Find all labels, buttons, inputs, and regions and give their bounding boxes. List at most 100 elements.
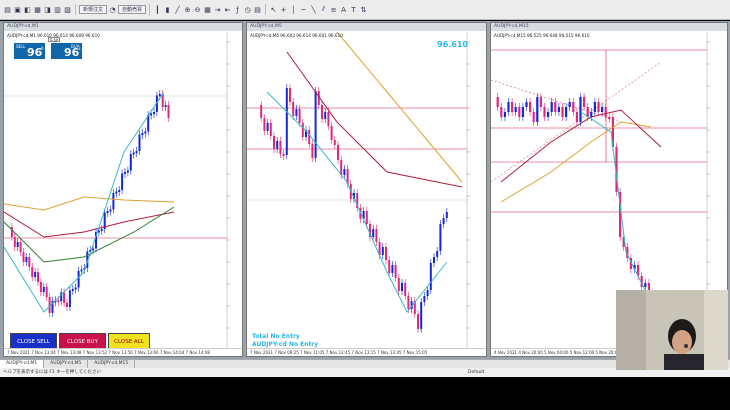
vertical-line-icon[interactable]: │ [289,5,298,14]
candle-body [404,283,407,296]
candle-body [579,97,582,122]
terminal-icon[interactable]: ▥ [53,5,62,14]
new-order-button[interactable]: 新規注文 [79,5,108,14]
candle-body [394,265,397,278]
candle-body [340,160,343,175]
navigator-icon[interactable]: ◨ [43,5,52,14]
indicators-icon[interactable]: ƒ [233,5,242,14]
bar-chart-icon[interactable]: ┃ [153,5,162,14]
time-axis-labels: 7 Nov 2021 7 Nov 13:44 7 Nov 13:48 7 Nov… [7,350,210,355]
trendline-icon[interactable]: ╲ [309,5,318,14]
tab-audjpy-m5[interactable]: AUDJPY-cd,M5 [44,360,89,368]
crosshair-icon[interactable]: + [279,5,288,14]
chart-shift-icon[interactable]: ⇤ [223,5,232,14]
lot-size-input[interactable]: 0.40 [48,37,60,42]
candle-body [420,302,423,329]
arrows-icon[interactable]: ⇅ [359,5,368,14]
candle-body [106,211,109,213]
chart-window-m1[interactable]: AUDJPY-cd,M1 AUDJPY-cd,M1 96.610 96.614 … [3,22,243,357]
horizontal-line-icon[interactable]: ─ [299,5,308,14]
templates-icon[interactable]: ▤ [253,5,262,14]
chart-m5-canvas[interactable] [247,31,486,350]
candle-body [28,257,31,267]
candle-body [365,211,368,224]
candle-body [565,107,568,117]
candle-body [407,296,410,309]
candle-body [429,263,432,290]
candle-chart-icon[interactable]: ▮ [163,5,172,14]
candle-body [260,105,263,118]
candle-body [372,229,375,237]
candle-body [115,191,118,194]
candle-body [132,152,135,155]
text-icon[interactable]: A [339,5,348,14]
buy-button[interactable]: BUY 96 61 3 [51,43,82,72]
main-toolbar: ▤ ▣ ◧ ▦ ◨ ▥ ▧ 新規注文 ◔ 自動売買 ┃ ▮ ╱ ⊕ ⊖ ▦ ⇥ … [0,0,730,20]
close-sell-button[interactable]: CLOSE SELL [10,333,57,349]
candle-body [153,112,155,114]
candle-body [547,112,550,117]
candle-body [126,170,129,173]
candle-body [337,145,339,160]
candle-body [426,290,429,296]
periods-icon[interactable]: ◷ [243,5,252,14]
chart-m1-canvas[interactable] [3,32,242,350]
close-buy-button[interactable]: CLOSE BUY [59,333,106,349]
auto-trading-button[interactable]: 自動売買 [118,5,147,14]
candle-body [433,257,435,263]
candle-body [100,229,103,231]
candle-body [375,229,378,242]
tester-icon[interactable]: ▧ [63,5,72,14]
new-chart-icon[interactable]: ▤ [3,5,12,14]
tile-windows-icon[interactable]: ▦ [203,5,212,14]
sell-button[interactable]: SELL 96 61 0 [14,43,45,72]
tab-audjpy-m15[interactable]: AUDJPY-cd,M15 [88,360,136,368]
ma-slow-line [336,31,463,183]
chart-template-icon[interactable]: ◔ [108,5,117,14]
profiles-icon[interactable]: ▣ [13,5,22,14]
line-chart-icon[interactable]: ╱ [173,5,182,14]
candle-body [436,251,439,257]
candle-body [311,144,314,158]
fibonacci-icon[interactable]: ≡ [329,5,338,14]
candle-body [121,173,124,190]
chart-window-m5[interactable]: AUDJPY-cd,M5 AUDJPY-cd,M5 96.603 96.614 … [246,22,487,357]
candle-body [401,283,403,291]
candle-body [442,218,445,224]
candle-body [141,133,144,135]
candle-body [161,94,164,107]
candle-body [385,247,387,260]
current-price: 96.610 [437,40,468,49]
cursor-icon[interactable]: ↖ [269,5,278,14]
candle-body [57,300,60,303]
candle-body [295,109,298,116]
time-axis: 7 Nov 2021 7 Nov 09:25 7 Nov 11:05 7 Nov… [247,348,486,356]
candle-body [388,260,391,273]
candle-body [37,272,39,282]
candle-body [554,102,557,112]
candle-body [518,107,521,117]
channel-icon[interactable]: ⫽ [319,5,328,14]
candle-body [158,94,161,96]
candle-body [503,112,506,117]
candle-body [266,123,269,131]
candle-body [124,172,126,174]
market-watch-icon[interactable]: ◧ [23,5,32,14]
candle-body [263,118,266,131]
zoom-in-icon[interactable]: ⊕ [183,5,192,14]
chart-info: AUDJPY-cd,M5 96.603 96.614 96.601 96.610 [250,33,343,38]
tab-audjpy-m1[interactable]: AUDJPY-cd,M1 [0,360,45,368]
candle-body [13,237,16,247]
close-all-button[interactable]: CLOSE ALL [108,333,150,349]
label-icon[interactable]: T [349,5,358,14]
toolbar-divider [265,4,267,15]
status-profile: Default [468,370,485,375]
candle-body [164,105,167,107]
ma-slow-line [3,196,175,211]
sell-price-sup: 0 [41,46,44,51]
data-window-icon[interactable]: ▦ [33,5,42,14]
candle-body [536,97,539,122]
autoscroll-icon[interactable]: ⇥ [213,5,222,14]
candle-body [333,140,336,145]
zoom-out-icon[interactable]: ⊖ [193,5,202,14]
